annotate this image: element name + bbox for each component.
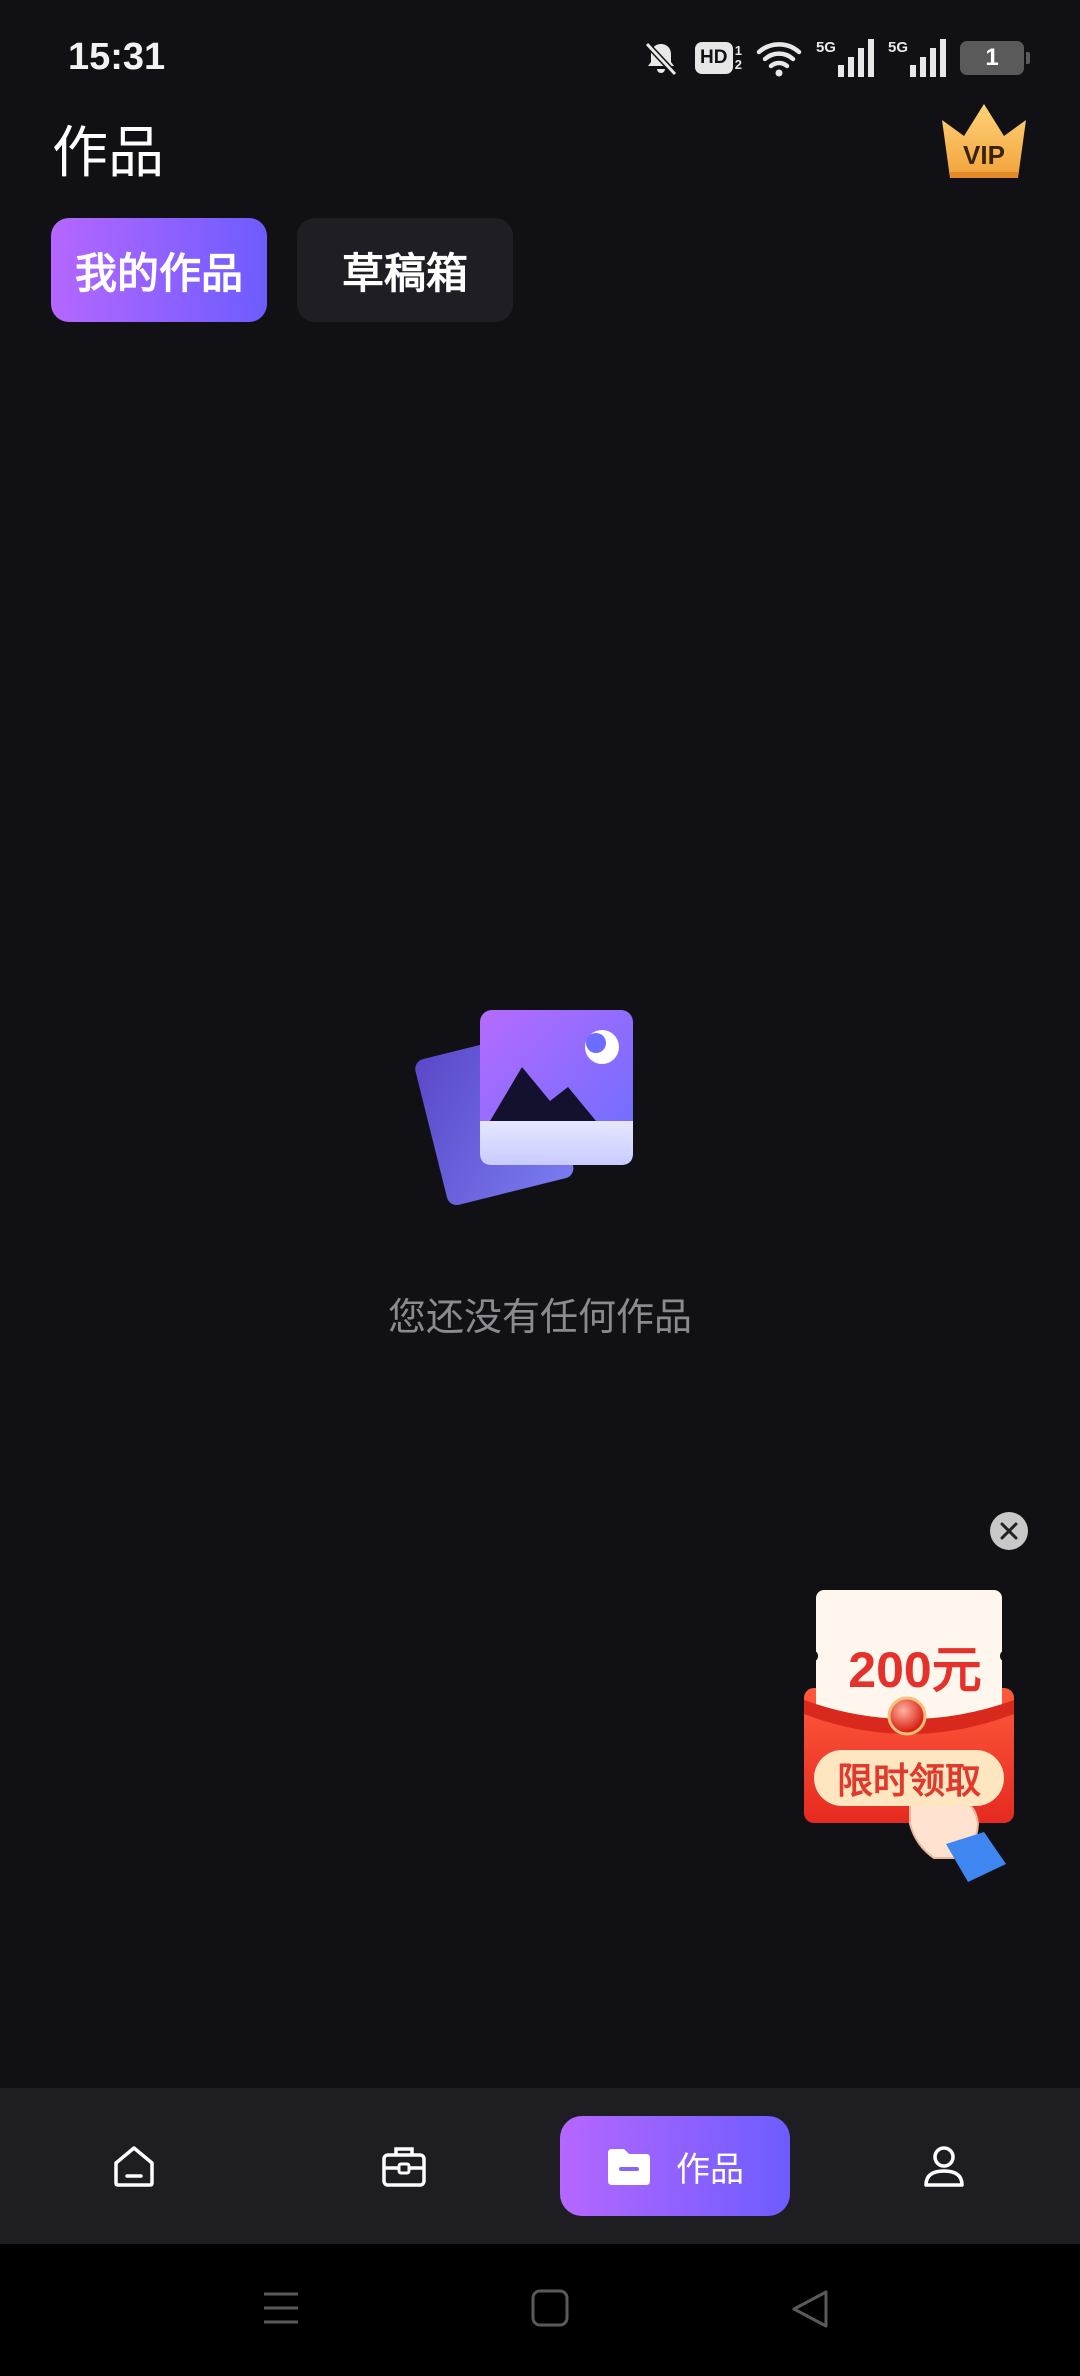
system-home-button[interactable] xyxy=(530,2288,570,2332)
tab-drafts[interactable]: 草稿箱 xyxy=(297,218,513,322)
empty-state-message: 您还没有任何作品 xyxy=(387,1295,692,1339)
system-menu-button[interactable] xyxy=(262,2288,300,2332)
profile-icon xyxy=(924,2146,964,2187)
hd-indicator: HD 1 2 xyxy=(694,42,742,74)
menu-icon xyxy=(264,2292,298,2324)
nav-works[interactable]: 作品 xyxy=(560,2116,790,2216)
status-time: 15:31 xyxy=(68,36,166,78)
signal-2: 5G xyxy=(888,39,946,77)
signal-bars-icon xyxy=(837,39,874,77)
signal-bars-icon xyxy=(910,39,946,77)
vip-label: VIP xyxy=(963,140,1005,170)
promo-amount: 200元 xyxy=(848,1642,982,1698)
back-triangle-icon xyxy=(792,2290,828,2328)
nav-toolbox[interactable] xyxy=(364,2116,444,2216)
tab-my-works[interactable]: 我的作品 xyxy=(51,218,267,322)
system-back-button[interactable] xyxy=(790,2288,830,2334)
nav-profile[interactable] xyxy=(904,2116,984,2216)
tab-bar: 我的作品 草稿箱 xyxy=(51,218,513,322)
signal-1: 5G xyxy=(816,39,874,77)
empty-gallery-icon xyxy=(410,1005,640,1206)
system-nav-bar xyxy=(0,2244,1080,2376)
wifi-icon xyxy=(756,38,802,78)
mute-bell-icon xyxy=(641,38,681,78)
signal-2-label: 5G xyxy=(887,39,908,56)
hd-sub-bottom: 2 xyxy=(734,57,742,72)
close-icon xyxy=(1000,1522,1018,1540)
signal-1-label: 5G xyxy=(815,39,836,56)
promo-claim-button[interactable]: 限时领取 xyxy=(814,1750,1004,1806)
promo-close-button[interactable] xyxy=(990,1512,1028,1550)
bottom-nav: 作品 xyxy=(0,2088,1080,2244)
hd-sub: 1 2 xyxy=(733,44,742,72)
status-icons: HD 1 2 5G 5G 1 xyxy=(641,36,1030,80)
page-title: 作品 xyxy=(52,121,164,186)
home-icon xyxy=(114,2146,154,2187)
square-icon xyxy=(531,2289,569,2327)
nav-home[interactable] xyxy=(94,2116,174,2216)
status-bar: 15:31 HD 1 2 5G 5G 1 xyxy=(0,0,1080,110)
folder-icon xyxy=(608,2149,650,2185)
hd-badge: HD xyxy=(694,42,733,74)
vip-crown-button[interactable]: VIP xyxy=(938,100,1030,186)
battery-indicator: 1 xyxy=(960,41,1030,75)
hd-sub-top: 1 xyxy=(734,43,742,58)
red-envelope-promo[interactable]: 200元 限时领取 xyxy=(800,1588,1020,1898)
toolbox-icon xyxy=(382,2147,426,2187)
nav-works-label: 作品 xyxy=(676,2149,744,2190)
